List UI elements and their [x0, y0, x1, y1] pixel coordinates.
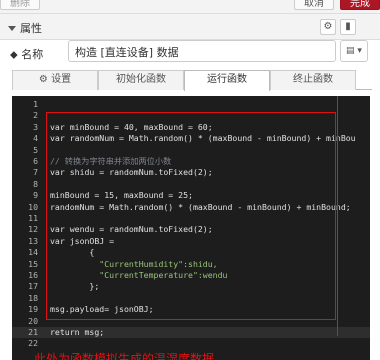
properties-title-label: 属性: [20, 22, 42, 35]
line-number: 9: [33, 190, 38, 201]
tab-run-function[interactable]: 运行函数: [184, 70, 270, 91]
tray-toolbar: 删除 取消 完成: [0, 0, 380, 14]
line-number: 18: [28, 292, 38, 303]
line-number: 2: [33, 110, 38, 121]
tab-settings-label: 设置: [51, 74, 72, 85]
line-number: 12: [28, 224, 38, 235]
delete-button[interactable]: 删除: [0, 0, 40, 10]
name-label-text: 名称: [21, 48, 44, 61]
icon-picker-button[interactable]: ▤ ▾: [340, 40, 368, 62]
line-number: 8: [33, 178, 38, 189]
line-number: 19: [28, 304, 38, 315]
done-button[interactable]: 完成: [340, 0, 380, 10]
line-number: 13: [28, 235, 38, 246]
cancel-button[interactable]: 取消: [294, 0, 334, 10]
tab-bar: ⚙ 设置 初始化函数 运行函数 终止函数: [12, 70, 372, 91]
document-icon[interactable]: ▮: [340, 19, 356, 35]
properties-header[interactable]: 属性 ⚙ ▮: [0, 14, 380, 40]
line-number: 21: [28, 327, 38, 337]
line-number: 5: [33, 144, 38, 155]
line-number: 6: [33, 156, 38, 166]
properties-title[interactable]: 属性: [8, 20, 42, 36]
line-number: 20: [28, 315, 38, 326]
code-line[interactable]: 22: [12, 338, 370, 349]
line-number: 3: [33, 121, 38, 132]
line-number: 10: [28, 201, 38, 212]
line-number: 4: [33, 133, 38, 144]
print-margin-guide: [337, 96, 338, 336]
name-input[interactable]: 构造 [直连设备] 数据: [68, 40, 336, 62]
code-line[interactable]: 21 return msg;: [12, 327, 370, 339]
code-editor[interactable]: 1 2 3 var minBound = 40, maxBound = 60; 4 var…: [12, 96, 370, 360]
line-number: 22: [28, 338, 38, 349]
line-number: 17: [28, 281, 38, 292]
line-number: 11: [28, 213, 38, 223]
line-number: 15: [28, 258, 38, 269]
name-label: ⬥ 名称: [10, 46, 43, 62]
tab-init-function[interactable]: 初始化函数: [98, 70, 184, 90]
line-number: 14: [28, 247, 38, 258]
caret-down-icon: [8, 26, 16, 31]
line-number: 1: [33, 99, 38, 109]
gear-icon[interactable]: ⚙: [320, 19, 336, 35]
highlight-box: [46, 112, 336, 320]
tab-stop-function[interactable]: 终止函数: [270, 70, 356, 90]
tag-icon: ⬥: [10, 48, 18, 61]
line-number: 16: [28, 270, 38, 280]
tab-settings[interactable]: ⚙ 设置: [12, 70, 98, 90]
annotation-text: 此处为函数模拟生成的温湿度数据: [34, 352, 215, 360]
gear-icon: ⚙: [38, 74, 48, 85]
code-text: return msg;: [50, 327, 105, 337]
code-line[interactable]: 1: [12, 99, 370, 110]
line-number: 7: [33, 167, 38, 178]
